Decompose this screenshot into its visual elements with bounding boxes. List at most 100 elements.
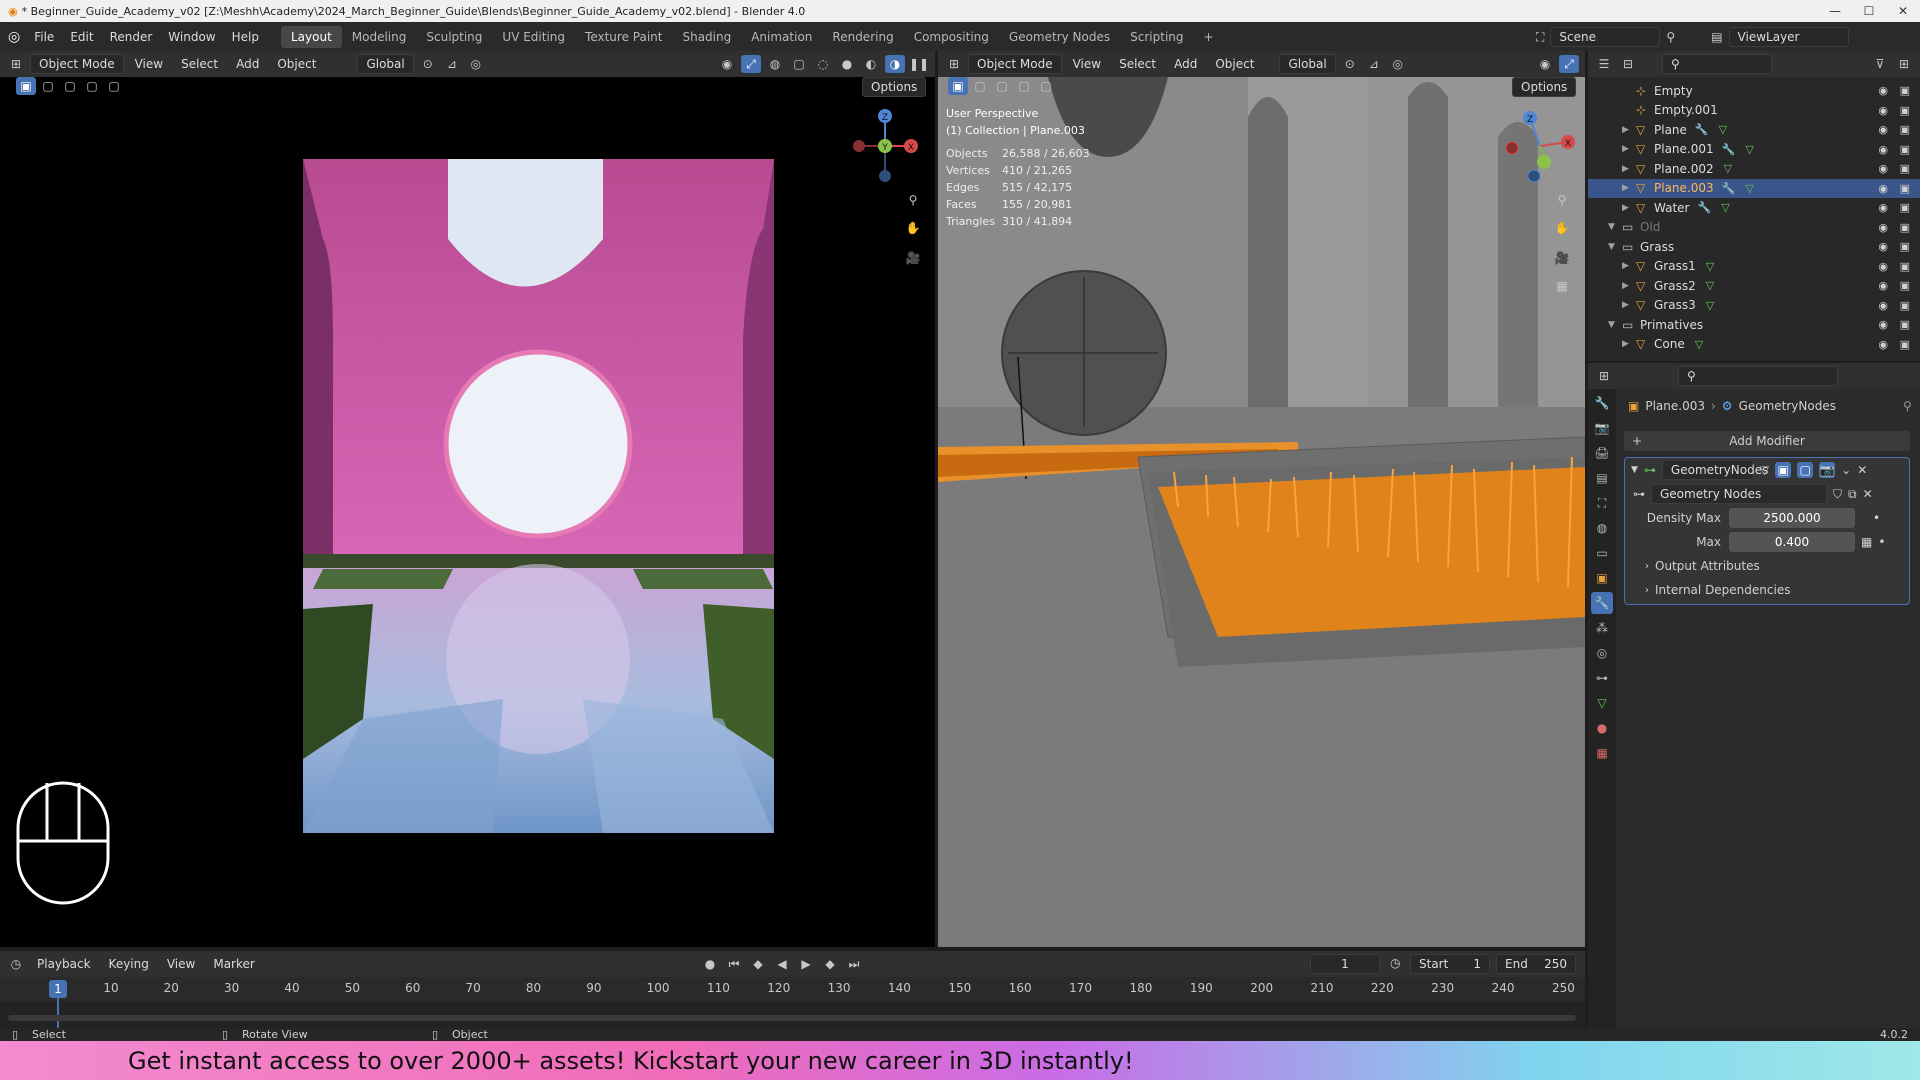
duplicate-icon[interactable]: ⧉ — [1848, 487, 1857, 502]
show-in-viewport-icon[interactable]: ▢ — [1797, 462, 1814, 478]
mesh-data-icon[interactable]: ▽ — [1719, 123, 1727, 136]
remove-modifier-icon[interactable]: ✕ — [1857, 463, 1867, 477]
render-camera-icon[interactable]: ▣ — [1900, 338, 1910, 351]
node-tree-icon[interactable]: ⊶ — [1633, 487, 1645, 501]
select-mode-extend-icon[interactable]: ▢ — [60, 77, 80, 95]
internal-dependencies-panel[interactable]: › Internal Dependencies — [1625, 578, 1909, 602]
tab-sculpting[interactable]: Sculpting — [416, 26, 492, 48]
tab-scripting[interactable]: Scripting — [1120, 26, 1193, 48]
pin-icon[interactable]: ⚲ — [1903, 399, 1912, 413]
mesh-data-icon[interactable]: ▽ — [1706, 299, 1714, 312]
expand-arrow-icon[interactable]: ▶ — [1622, 300, 1636, 310]
texture-tab-icon[interactable]: ▦ — [1591, 742, 1613, 764]
maximize-button[interactable]: ☐ — [1852, 0, 1886, 22]
visibility-eye-icon[interactable]: ◉ — [1878, 182, 1888, 195]
render-tab-icon[interactable]: 📷 — [1591, 417, 1613, 439]
timeline[interactable]: 1102030405060708090100110120130140150160… — [0, 977, 1585, 1028]
menu-edit[interactable]: Edit — [62, 30, 101, 44]
outliner-row-grass[interactable]: ▼ ▭ Grass ◉ ▣ — [1588, 237, 1920, 257]
expand-arrow-icon[interactable]: ▶ — [1622, 183, 1636, 193]
expand-arrow-icon[interactable]: ▶ — [1622, 281, 1636, 291]
visibility-eye-icon[interactable]: ◉ — [1878, 279, 1888, 292]
options-dropdown-2[interactable]: Options — [1512, 77, 1577, 97]
keyframe-dot-icon-2[interactable]: • — [1878, 535, 1885, 549]
outliner-row-grass3[interactable]: ▶ ▽ Grass3 ▽ ◉ ▣ — [1588, 296, 1920, 316]
modifier-tab-icon[interactable]: 🔧 — [1591, 592, 1613, 614]
end-frame-field[interactable]: End 250 — [1496, 954, 1576, 974]
new-collection-icon[interactable]: ⊞ — [1894, 55, 1914, 73]
next-keyframe-icon[interactable]: ◆ — [820, 955, 840, 973]
show-in-render-icon[interactable]: 📷 — [1819, 462, 1836, 478]
add-workspace-button[interactable]: + — [1194, 26, 1224, 48]
visibility-eye-icon[interactable]: ◉ — [1878, 143, 1888, 156]
jump-end-icon[interactable]: ⏭ — [844, 955, 864, 973]
world-tab-icon[interactable]: ◍ — [1591, 517, 1613, 539]
start-frame-field[interactable]: Start 1 — [1410, 954, 1490, 974]
rendered-shading-icon[interactable]: ◑ — [885, 55, 905, 73]
tool-tab-icon[interactable]: 🔧 — [1591, 392, 1613, 414]
render-camera-icon[interactable]: ▣ — [1900, 123, 1910, 136]
timeline-editor-icon[interactable]: ◷ — [6, 955, 26, 973]
menu-help[interactable]: Help — [224, 30, 267, 44]
outliner-row-plane-003[interactable]: ▶ ▽ Plane.003 🔧 ▽ ◉ ▣ — [1588, 178, 1920, 198]
select-menu-2[interactable]: Select — [1112, 57, 1163, 71]
node-group-field[interactable]: Geometry Nodes — [1651, 484, 1827, 504]
navigation-gizmo[interactable]: Z X Y — [845, 106, 925, 186]
particles-tab-icon[interactable]: ⁂ — [1591, 617, 1613, 639]
outliner-row-empty-001[interactable]: ⊹ Empty.001 ◉ ▣ — [1588, 101, 1920, 121]
play-reverse-icon[interactable]: ◀ — [772, 955, 792, 973]
keying-menu[interactable]: Keying — [102, 957, 156, 971]
editor-type-icon[interactable]: ⊞ — [6, 55, 26, 73]
add-menu[interactable]: Add — [229, 57, 266, 71]
outliner-row-cone[interactable]: ▶ ▽ Cone ▽ ◉ ▣ — [1588, 335, 1920, 355]
object-menu[interactable]: Object — [270, 57, 323, 71]
material-tab-icon[interactable]: ● — [1591, 717, 1613, 739]
visibility-eye-icon[interactable]: ◉ — [1878, 338, 1888, 351]
modifier-icon[interactable]: 🔧 — [1695, 123, 1709, 136]
outliner-row-water[interactable]: ▶ ▽ Water 🔧 ▽ ◉ ▣ — [1588, 198, 1920, 218]
ortho-toggle-icon[interactable]: ▦ — [1552, 277, 1572, 295]
tab-layout[interactable]: Layout — [280, 25, 342, 48]
outliner-row-empty[interactable]: ⊹ Empty ◉ ▣ — [1588, 81, 1920, 101]
keyframe-dot-icon[interactable]: • — [1873, 511, 1880, 525]
output-tab-icon[interactable]: 🖨 — [1591, 442, 1613, 464]
show-in-editmode-icon[interactable]: ▣ — [1775, 462, 1792, 478]
visibility-eye-icon[interactable]: ◉ — [1878, 221, 1888, 234]
view-menu-2[interactable]: View — [1066, 57, 1108, 71]
pan-hand-icon[interactable]: ✋ — [903, 219, 923, 237]
menu-render[interactable]: Render — [102, 30, 161, 44]
fake-user-icon[interactable]: ⛉ — [1833, 487, 1842, 502]
select-mode-invert-icon-2[interactable]: ▢ — [1036, 77, 1056, 95]
snap-icon[interactable]: ⊿ — [442, 55, 462, 73]
mode-dropdown-2[interactable]: Object Mode — [968, 54, 1062, 74]
properties-search[interactable]: ⚲ — [1678, 366, 1838, 386]
menu-file[interactable]: File — [26, 30, 62, 44]
stopwatch-icon[interactable]: ◷ — [1390, 956, 1400, 970]
minimize-button[interactable]: — — [1818, 0, 1852, 22]
visibility-eye-icon[interactable]: ◉ — [1878, 240, 1888, 253]
modifier-icon[interactable]: 🔧 — [1697, 201, 1711, 214]
proportional-edit-icon-2[interactable]: ◎ — [1388, 55, 1408, 73]
visibility-eye-icon[interactable]: ◉ — [1878, 318, 1888, 331]
view-layer-tab-icon[interactable]: ▤ — [1591, 467, 1613, 489]
select-box-tool-icon-2[interactable]: ▣ — [948, 77, 968, 95]
gizmo-icon[interactable]: ⤢ — [741, 55, 761, 73]
view-menu[interactable]: View — [128, 57, 170, 71]
add-menu-2[interactable]: Add — [1167, 57, 1204, 71]
pin-scene-icon[interactable]: ⚲ — [1666, 30, 1675, 44]
outliner-row-plane-001[interactable]: ▶ ▽ Plane.001 🔧 ▽ ◉ ▣ — [1588, 140, 1920, 160]
object-menu-2[interactable]: Object — [1208, 57, 1261, 71]
proportional-edit-icon[interactable]: ◎ — [466, 55, 486, 73]
attribute-toggle-icon[interactable]: ▦ — [1861, 535, 1872, 549]
pivot-icon-2[interactable]: ⊙ — [1340, 55, 1360, 73]
render-camera-icon[interactable]: ▣ — [1900, 240, 1910, 253]
overlay-icon[interactable]: ◍ — [765, 55, 785, 73]
tab-animation[interactable]: Animation — [741, 26, 822, 48]
mesh-data-icon[interactable]: ▽ — [1721, 201, 1729, 214]
tab-uv-editing[interactable]: UV Editing — [492, 26, 575, 48]
modifier-icon[interactable]: 🔧 — [1722, 182, 1736, 195]
blender-menu-icon[interactable]: ◎ — [8, 29, 20, 45]
select-box-tool-icon[interactable]: ▣ — [16, 77, 36, 95]
filter-icon[interactable]: ⊽ — [1870, 55, 1890, 73]
edit-mode-toggle-icon[interactable]: ▽ — [1760, 463, 1769, 477]
